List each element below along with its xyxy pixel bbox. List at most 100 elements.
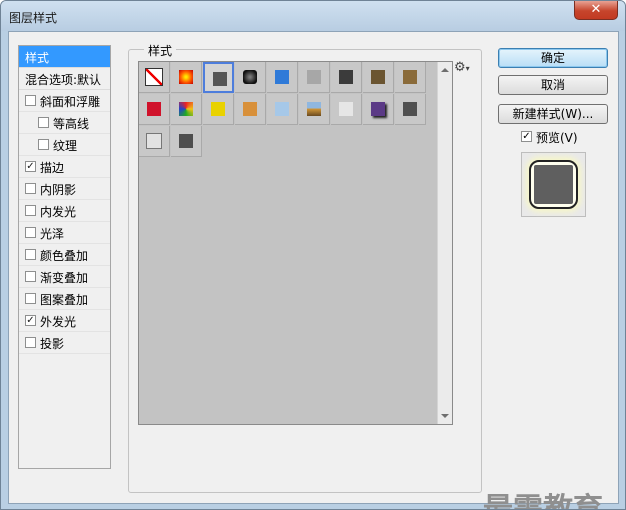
style-swatch-bronze-texture[interactable] (395, 62, 426, 93)
style-swatch-dark-gray-3[interactable] (171, 126, 202, 157)
style-swatch-white-marble[interactable] (331, 94, 362, 125)
style-swatch-brown-texture[interactable] (363, 62, 394, 93)
title-bar: 图层样式 ✕ (1, 1, 625, 31)
vertical-scrollbar[interactable] (437, 62, 452, 424)
style-swatch-rainbow-burst[interactable] (171, 94, 202, 125)
preview-checkbox[interactable]: ✓ (521, 131, 532, 142)
style-swatch-dark-metal[interactable] (331, 62, 362, 93)
style-swatch-black-button[interactable] (235, 62, 266, 93)
effect-checkbox[interactable]: ✓ (25, 315, 36, 326)
orange-glow-icon (179, 70, 193, 84)
effect-checkbox[interactable] (25, 249, 36, 260)
effect-label: 外发光 (40, 315, 77, 329)
window-frame-right (620, 31, 625, 509)
style-swatch-light-blue[interactable] (267, 94, 298, 125)
effects-list: 样式 混合选项:默认 斜面和浮雕等高线纹理 ✓ 描边内阴影内发光光泽颜色叠加渐变叠加… (18, 45, 111, 469)
yellow-gold-icon (211, 102, 225, 116)
layer-style-dialog: 图层样式 ✕ 样式 混合选项:默认 斜面和浮雕等高线纹理 ✓ 描边内阴影内发光光泽颜… (0, 0, 626, 510)
style-swatch-red-bar[interactable] (139, 94, 170, 125)
white-marble-icon (339, 102, 353, 116)
scroll-up-arrow-icon[interactable] (441, 68, 449, 72)
close-button[interactable]: ✕ (574, 1, 618, 20)
style-swatch-light-gray[interactable] (299, 62, 330, 93)
style-swatch-sky-landscape[interactable] (299, 94, 330, 125)
none-style-icon (145, 68, 163, 86)
dark-gray-2-icon (403, 102, 417, 116)
bronze-texture-icon (403, 70, 417, 84)
brown-texture-icon (371, 70, 385, 84)
effect-checkbox[interactable] (25, 271, 36, 282)
effect-label: 纹理 (53, 139, 78, 153)
dialog-client-area: 样式 混合选项:默认 斜面和浮雕等高线纹理 ✓ 描边内阴影内发光光泽颜色叠加渐变叠加… (8, 31, 619, 509)
effect-item[interactable]: 内阴影 (19, 178, 110, 200)
effect-checkbox[interactable] (38, 117, 49, 128)
light-blue-icon (275, 102, 289, 116)
effect-checkbox[interactable] (25, 227, 36, 238)
style-swatch-empty-outline[interactable] (139, 126, 170, 157)
preview-label: 预览(V) (536, 131, 578, 145)
style-swatch-dark-gray-square[interactable] (203, 62, 234, 93)
black-button-icon (243, 70, 257, 84)
effect-item[interactable]: 投影 (19, 332, 110, 354)
blue-glass-icon (275, 70, 289, 84)
style-swatch-orange-gradient[interactable] (235, 94, 266, 125)
effect-checkbox[interactable] (38, 139, 49, 150)
dark-gray-3-icon (179, 134, 193, 148)
style-swatch-grid (138, 61, 453, 425)
effect-checkbox[interactable]: ✓ (25, 161, 36, 172)
effect-item[interactable]: 光泽 (19, 222, 110, 244)
effect-label: 投影 (40, 337, 65, 351)
effect-checkbox[interactable] (25, 293, 36, 304)
style-swatch-dark-gray-2[interactable] (395, 94, 426, 125)
new-style-button[interactable]: 新建样式(W)... (498, 104, 608, 124)
effect-checkbox[interactable] (25, 95, 36, 106)
blending-options-header[interactable]: 混合选项:默认 (19, 68, 110, 90)
styles-group-label: 样式 (144, 42, 177, 59)
effect-checkbox[interactable] (25, 337, 36, 348)
style-swatch-orange-glow[interactable] (171, 62, 202, 93)
effect-item[interactable]: 渐变叠加 (19, 266, 110, 288)
cancel-button[interactable]: 取消 (498, 75, 608, 95)
effect-item[interactable]: ✓ 外发光 (19, 310, 110, 332)
effects-items: 斜面和浮雕等高线纹理 ✓ 描边内阴影内发光光泽颜色叠加渐变叠加图案叠加 ✓ 外发光投影 (19, 90, 110, 354)
dark-metal-icon (339, 70, 353, 84)
style-swatch-blue-glass[interactable] (267, 62, 298, 93)
effect-checkbox[interactable] (25, 205, 36, 216)
preview-fill (534, 165, 573, 204)
effect-label: 描边 (40, 161, 65, 175)
effect-label: 光泽 (40, 227, 65, 241)
sky-landscape-icon (307, 102, 321, 116)
style-swatch-yellow-gold[interactable] (203, 94, 234, 125)
style-preview-thumbnail (521, 152, 586, 217)
preview-glow (529, 160, 578, 209)
red-bar-icon (147, 102, 161, 116)
light-gray-icon (307, 70, 321, 84)
scroll-down-arrow-icon[interactable] (441, 414, 449, 418)
empty-outline-icon (146, 133, 162, 149)
gear-icon[interactable]: ⚙▾ (454, 60, 470, 75)
dark-gray-square-icon (213, 72, 227, 86)
effect-label: 渐变叠加 (40, 271, 89, 285)
styles-list-header[interactable]: 样式 (19, 46, 110, 68)
effect-item[interactable]: 内发光 (19, 200, 110, 222)
effect-label: 内阴影 (40, 183, 77, 197)
orange-gradient-icon (243, 102, 257, 116)
watermark-text: 最需教育 (483, 492, 603, 510)
effect-item[interactable]: 斜面和浮雕 (19, 90, 110, 112)
effect-label: 内发光 (40, 205, 77, 219)
window-title: 图层样式 (9, 11, 58, 25)
rainbow-burst-icon (179, 102, 193, 116)
effect-label: 斜面和浮雕 (40, 95, 101, 109)
ok-button[interactable]: 确定 (498, 48, 608, 68)
style-swatch-purple-shadow[interactable] (363, 94, 394, 125)
effect-item[interactable]: ✓ 描边 (19, 156, 110, 178)
effect-item[interactable]: 等高线 (19, 112, 110, 134)
effect-checkbox[interactable] (25, 183, 36, 194)
style-swatch-none-style[interactable] (139, 62, 170, 93)
effect-item[interactable]: 图案叠加 (19, 288, 110, 310)
purple-shadow-icon (371, 102, 385, 116)
effect-label: 颜色叠加 (40, 249, 89, 263)
effect-label: 等高线 (53, 117, 90, 131)
effect-item[interactable]: 颜色叠加 (19, 244, 110, 266)
effect-item[interactable]: 纹理 (19, 134, 110, 156)
